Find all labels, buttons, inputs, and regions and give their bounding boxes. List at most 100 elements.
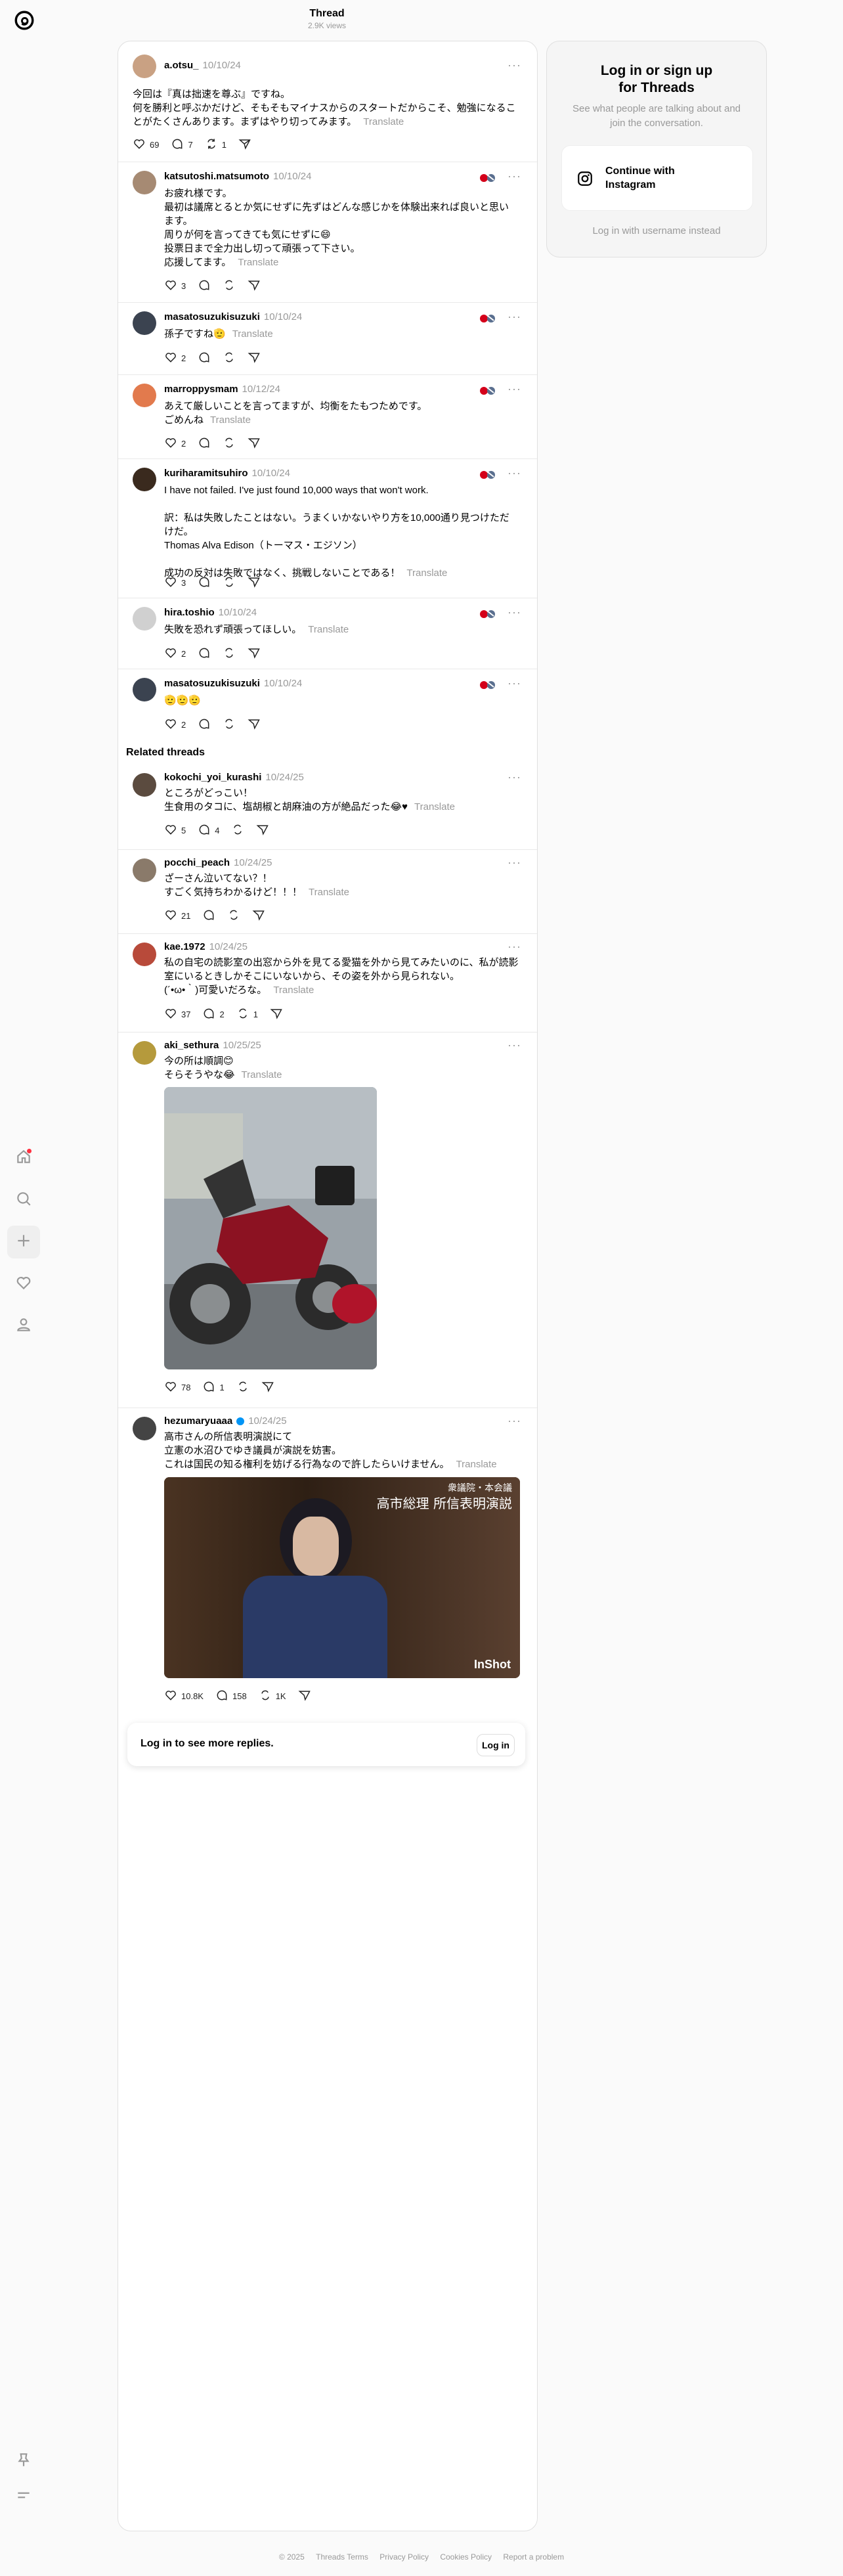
like-button[interactable]: 37 bbox=[164, 1007, 190, 1022]
reply-button[interactable] bbox=[198, 575, 211, 590]
share-button[interactable] bbox=[270, 1007, 283, 1022]
reply-button[interactable]: 158 bbox=[215, 1689, 247, 1704]
repost-button[interactable] bbox=[227, 908, 240, 923]
footer-link-cookies[interactable]: Cookies Policy bbox=[440, 2552, 492, 2562]
like-button[interactable]: 2 bbox=[164, 351, 186, 366]
nav-pin[interactable] bbox=[7, 2445, 40, 2477]
repost-button[interactable] bbox=[223, 436, 236, 451]
username[interactable]: kokochi_yoi_kurashi bbox=[164, 772, 261, 783]
more-options-icon[interactable]: ··· bbox=[508, 770, 521, 784]
username-login-link[interactable]: Log in with username instead bbox=[547, 225, 766, 236]
more-options-icon[interactable]: ··· bbox=[508, 466, 521, 480]
more-options-icon[interactable]: ··· bbox=[508, 58, 521, 72]
translate-link[interactable]: Translate bbox=[232, 328, 273, 340]
nav-create[interactable] bbox=[7, 1226, 40, 1258]
share-button[interactable] bbox=[248, 278, 261, 294]
reply-button[interactable]: 4 bbox=[198, 823, 219, 838]
login-button[interactable]: Log in bbox=[477, 1734, 515, 1756]
username[interactable]: a.otsu_ bbox=[164, 60, 199, 71]
more-options-icon[interactable]: ··· bbox=[508, 169, 521, 183]
username[interactable]: kuriharamitsuhiro bbox=[164, 468, 248, 479]
share-button[interactable] bbox=[248, 646, 261, 661]
like-button[interactable]: 2 bbox=[164, 436, 186, 451]
repost-button[interactable]: 1 bbox=[205, 137, 227, 152]
like-button[interactable]: 3 bbox=[164, 278, 186, 294]
share-button[interactable] bbox=[248, 436, 261, 451]
like-button[interactable]: 2 bbox=[164, 717, 186, 732]
like-button[interactable]: 21 bbox=[164, 908, 190, 923]
translate-link[interactable]: Translate bbox=[363, 116, 404, 127]
repost-button[interactable] bbox=[223, 575, 236, 590]
repost-button[interactable] bbox=[223, 351, 236, 366]
avatar[interactable] bbox=[133, 607, 156, 631]
footer-link-privacy[interactable]: Privacy Policy bbox=[379, 2552, 429, 2562]
reply-button[interactable]: 1 bbox=[202, 1380, 225, 1395]
translate-link[interactable]: Translate bbox=[273, 985, 314, 996]
like-button[interactable]: 69 bbox=[133, 137, 159, 152]
repost-button[interactable] bbox=[223, 646, 236, 661]
nav-menu[interactable] bbox=[7, 2480, 40, 2513]
username[interactable]: katsutoshi.matsumoto bbox=[164, 171, 269, 182]
reply-button[interactable] bbox=[198, 646, 211, 661]
avatar[interactable] bbox=[133, 678, 156, 701]
like-button[interactable]: 78 bbox=[164, 1380, 190, 1395]
like-button[interactable]: 2 bbox=[164, 646, 186, 661]
avatar[interactable] bbox=[133, 311, 156, 335]
more-options-icon[interactable]: ··· bbox=[508, 940, 521, 954]
repost-button[interactable]: 1K bbox=[259, 1689, 286, 1704]
username[interactable]: masatosuzukisuzuki bbox=[164, 678, 260, 689]
username[interactable]: aki_sethura bbox=[164, 1040, 219, 1051]
username[interactable]: masatosuzukisuzuki bbox=[164, 311, 260, 322]
more-options-icon[interactable]: ··· bbox=[508, 606, 521, 619]
avatar[interactable] bbox=[133, 55, 156, 78]
translate-link[interactable]: Translate bbox=[309, 887, 349, 898]
post-video[interactable]: 衆議院・本会議 高市総理 所信表明演説 InShot bbox=[164, 1477, 520, 1678]
like-button[interactable]: 5 bbox=[164, 823, 186, 838]
username[interactable]: kae.1972 bbox=[164, 941, 205, 952]
share-button[interactable] bbox=[248, 351, 261, 366]
share-button[interactable] bbox=[261, 1380, 274, 1395]
more-options-icon[interactable]: ··· bbox=[508, 1038, 521, 1052]
repost-button[interactable] bbox=[223, 278, 236, 294]
reply-button[interactable] bbox=[198, 351, 211, 366]
translate-link[interactable]: Translate bbox=[406, 567, 447, 579]
share-button[interactable] bbox=[248, 575, 261, 590]
reply-button[interactable] bbox=[202, 908, 215, 923]
continue-instagram-button[interactable]: Continue with Instagram bbox=[561, 145, 753, 211]
translate-link[interactable]: Translate bbox=[414, 801, 455, 812]
avatar[interactable] bbox=[133, 1417, 156, 1440]
reply-button[interactable] bbox=[198, 717, 211, 732]
post-photo[interactable] bbox=[164, 1087, 377, 1369]
avatar[interactable] bbox=[133, 384, 156, 407]
repost-button[interactable] bbox=[223, 717, 236, 732]
reply-button[interactable] bbox=[198, 278, 211, 294]
more-options-icon[interactable]: ··· bbox=[508, 677, 521, 690]
avatar[interactable] bbox=[133, 773, 156, 797]
more-options-icon[interactable]: ··· bbox=[508, 1414, 521, 1428]
avatar[interactable] bbox=[133, 171, 156, 194]
share-button[interactable] bbox=[252, 908, 265, 923]
nav-profile[interactable] bbox=[7, 1310, 40, 1343]
translate-link[interactable]: Translate bbox=[242, 1069, 282, 1080]
like-button[interactable]: 3 bbox=[164, 575, 186, 590]
translate-link[interactable]: Translate bbox=[308, 624, 349, 635]
footer-link-report[interactable]: Report a problem bbox=[503, 2552, 564, 2562]
share-button[interactable] bbox=[248, 717, 261, 732]
translate-link[interactable]: Translate bbox=[238, 257, 278, 268]
avatar[interactable] bbox=[133, 858, 156, 882]
translate-link[interactable]: Translate bbox=[210, 414, 251, 426]
reply-button[interactable]: 7 bbox=[171, 137, 193, 152]
threads-logo-icon[interactable] bbox=[13, 9, 35, 32]
like-button[interactable]: 10.8K bbox=[164, 1689, 204, 1704]
avatar[interactable] bbox=[133, 943, 156, 966]
more-options-icon[interactable]: ··· bbox=[508, 856, 521, 870]
username[interactable]: marroppysmam bbox=[164, 384, 238, 395]
reply-button[interactable]: 2 bbox=[202, 1007, 225, 1022]
repost-button[interactable] bbox=[231, 823, 244, 838]
username[interactable]: hira.toshio bbox=[164, 607, 215, 618]
nav-search[interactable] bbox=[7, 1184, 40, 1216]
translate-link[interactable]: Translate bbox=[456, 1459, 497, 1470]
username[interactable]: pocchi_peach bbox=[164, 857, 230, 868]
repost-button[interactable]: 1 bbox=[236, 1007, 258, 1022]
share-button[interactable] bbox=[238, 137, 251, 152]
